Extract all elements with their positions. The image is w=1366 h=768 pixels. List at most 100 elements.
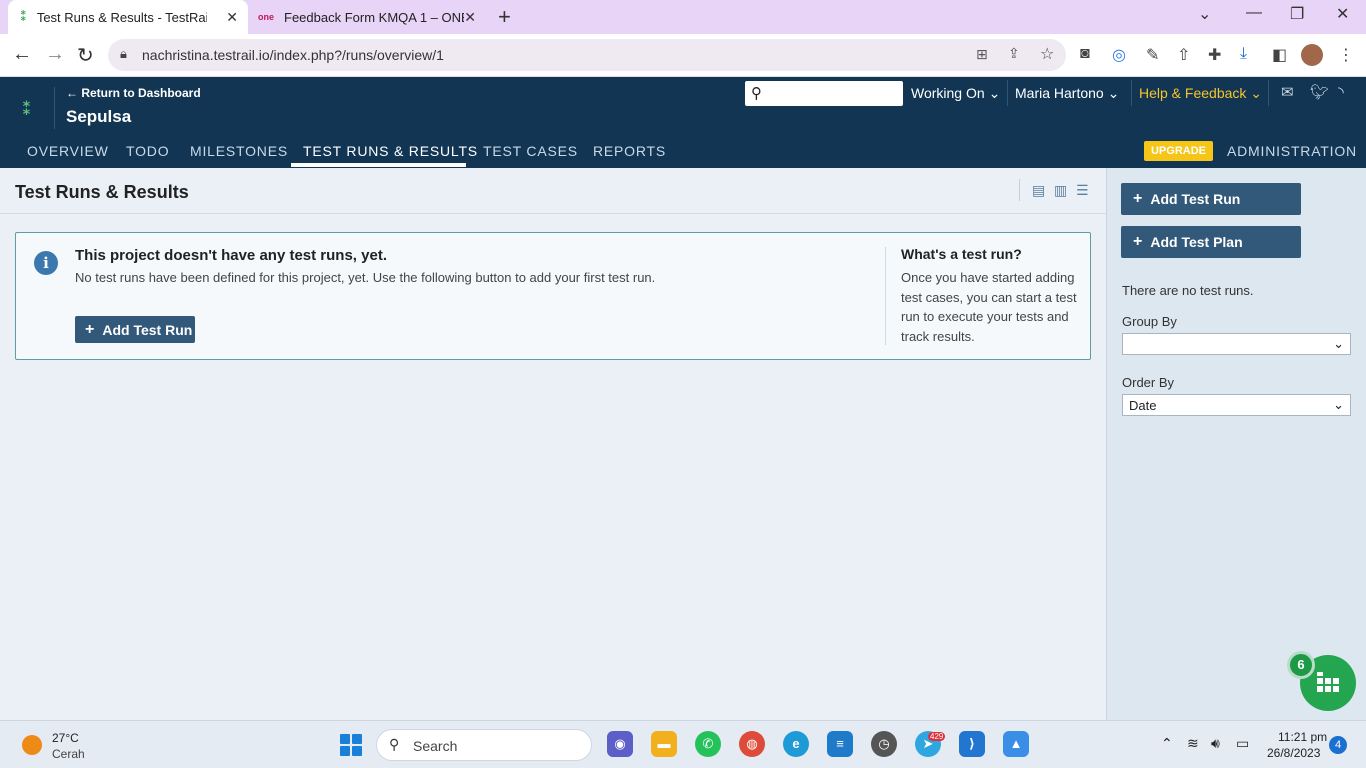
- weather-sun-icon[interactable]: [22, 735, 42, 755]
- user-name: Maria Hartono: [1015, 85, 1104, 101]
- chevron-up-icon[interactable]: ⌃: [1161, 735, 1173, 752]
- edge-icon[interactable]: e: [783, 731, 809, 757]
- weather-temp: 27°C: [52, 731, 79, 745]
- search-icon: ⚲: [389, 736, 400, 752]
- menu-dots-icon[interactable]: ⋮: [1338, 45, 1354, 65]
- order-by-label: Order By: [1122, 375, 1175, 390]
- divider: [885, 247, 886, 345]
- upgrade-button[interactable]: UPGRADE: [1144, 141, 1213, 161]
- view-details-icon[interactable]: ▥: [1054, 182, 1067, 199]
- bookmark-star-icon[interactable]: ☆: [1040, 44, 1054, 64]
- tab-overview[interactable]: OVERVIEW: [27, 143, 109, 159]
- tab-reports[interactable]: REPORTS: [593, 143, 666, 159]
- view-compact-icon[interactable]: ▤: [1032, 182, 1045, 199]
- battery-icon[interactable]: ▭: [1236, 735, 1249, 752]
- group-by-label: Group By: [1122, 314, 1177, 329]
- chevron-down-icon: ⌄: [1333, 397, 1344, 412]
- plus-icon: +: [85, 320, 95, 338]
- sidepanel-icon[interactable]: ◧: [1272, 45, 1287, 65]
- divider: [1268, 80, 1269, 106]
- back-icon[interactable]: ←: [12, 43, 32, 66]
- browser-tab-testrail[interactable]: ⁑ Test Runs & Results - TestRail ✕: [8, 0, 248, 34]
- tab-administration[interactable]: ADMINISTRATION: [1227, 143, 1357, 159]
- taskbar: 27°C Cerah ⚲ Search ◉ ▬ ✆ ◍ e ≡ ◷ ➤ 429 …: [0, 720, 1366, 768]
- share-icon[interactable]: ⇪: [1008, 45, 1020, 62]
- tab-test-cases[interactable]: TEST CASES: [483, 143, 578, 159]
- user-menu[interactable]: Maria Hartono ⌄: [1015, 85, 1119, 102]
- taskbar-search[interactable]: ⚲ Search: [376, 729, 592, 761]
- button-label: Add Test Plan: [1150, 234, 1243, 250]
- close-tab-icon[interactable]: ✕: [464, 9, 476, 26]
- reload-icon[interactable]: ↻: [77, 43, 94, 68]
- testrail-favicon-icon: ⁑: [20, 9, 27, 24]
- upload-extension-icon[interactable]: ⇧: [1177, 45, 1190, 65]
- view-list-icon[interactable]: ☰: [1076, 182, 1089, 199]
- rss-icon[interactable]: ◝: [1338, 83, 1344, 101]
- browser-tabstrip: ⁑ Test Runs & Results - TestRail ✕ one F…: [0, 0, 1366, 34]
- group-by-select[interactable]: ⌄: [1122, 333, 1351, 355]
- wifi-icon[interactable]: ≋: [1187, 735, 1199, 752]
- twitter-icon[interactable]: 🐦︎: [1310, 83, 1329, 101]
- mail-icon[interactable]: ✉: [1281, 83, 1294, 101]
- download-icon[interactable]: ⤓: [1240, 45, 1247, 63]
- eyedropper-icon[interactable]: ✎: [1146, 45, 1159, 65]
- button-label: Add Test Run: [1150, 191, 1241, 207]
- close-tab-icon[interactable]: ✕: [226, 9, 238, 26]
- new-tab-icon[interactable]: +: [498, 4, 511, 30]
- help-title: What's a test run?: [901, 246, 1022, 262]
- tab-test-runs-results[interactable]: TEST RUNS & RESULTS: [303, 143, 478, 159]
- tab-title: Feedback Form KMQA 1 – ONE b: [284, 9, 465, 25]
- lock-icon: 🔒︎: [120, 46, 127, 61]
- sidebar-add-test-run-button[interactable]: + Add Test Run: [1121, 183, 1301, 215]
- clock-date[interactable]: 26/8/2023: [1267, 746, 1320, 760]
- browser-toolbar: ← → ↻ 🔒︎ nachristina.testrail.io/index.p…: [0, 34, 1366, 77]
- whatsapp-icon[interactable]: ✆: [695, 731, 721, 757]
- sidebar-add-test-plan-button[interactable]: + Add Test Plan: [1121, 226, 1301, 258]
- active-tab-indicator: [291, 163, 466, 167]
- help-label: Help & Feedback: [1139, 85, 1247, 101]
- search-icon: ⚲: [751, 85, 762, 102]
- teams-icon[interactable]: ◉: [607, 731, 633, 757]
- photos-icon[interactable]: ▲: [1003, 731, 1029, 757]
- working-on-menu[interactable]: Working On ⌄: [911, 85, 1000, 102]
- plus-icon: +: [1133, 190, 1143, 207]
- extensions-puzzle-icon[interactable]: ✚: [1208, 45, 1221, 65]
- file-explorer-icon[interactable]: ▬: [651, 731, 677, 757]
- close-window-icon[interactable]: ✕: [1336, 4, 1349, 24]
- address-bar[interactable]: 🔒︎ nachristina.testrail.io/index.php?/ru…: [108, 39, 1066, 71]
- clock-time[interactable]: 11:21 pm: [1278, 730, 1327, 744]
- tab-milestones[interactable]: MILESTONES: [190, 143, 288, 159]
- project-name: Sepulsa: [66, 107, 132, 126]
- return-to-dashboard-link[interactable]: ← Return to Dashboard: [66, 86, 201, 100]
- divider: [1019, 179, 1020, 201]
- chevron-down-icon: ⌄: [988, 85, 1001, 101]
- clock-app-icon[interactable]: ◷: [871, 731, 897, 757]
- chevron-down-icon: ⌄: [1333, 336, 1344, 351]
- translate-icon[interactable]: ⊞: [976, 46, 988, 63]
- windows-start-icon[interactable]: [340, 734, 362, 756]
- browser-tab-feedback[interactable]: one Feedback Form KMQA 1 – ONE b ✕: [250, 0, 486, 34]
- help-feedback-menu[interactable]: Help & Feedback ⌄: [1139, 85, 1262, 102]
- camera-icon[interactable]: ◙: [1080, 45, 1090, 63]
- notepad-icon[interactable]: ≡: [827, 731, 853, 757]
- profile-avatar[interactable]: [1301, 44, 1323, 66]
- tab-todo[interactable]: TODO: [126, 143, 169, 159]
- main-content: Test Runs & Results ▤ ▥ ☰ i This project…: [0, 168, 1106, 720]
- help-text: Once you have started adding test cases,…: [901, 270, 1077, 344]
- testrail-logo-icon[interactable]: ⁑: [22, 99, 31, 120]
- working-on-label: Working On: [911, 85, 985, 101]
- volume-icon[interactable]: 🔊︎: [1211, 735, 1220, 752]
- extension-circle-icon[interactable]: ◎: [1112, 45, 1126, 65]
- empty-state-text: No test runs have been defined for this …: [75, 270, 656, 285]
- restore-icon[interactable]: ❐: [1290, 4, 1304, 24]
- minimize-icon[interactable]: —: [1246, 4, 1262, 22]
- order-by-select[interactable]: Date ⌄: [1122, 394, 1351, 416]
- forward-icon[interactable]: →: [45, 43, 65, 66]
- chrome-icon[interactable]: ◍: [739, 731, 765, 757]
- add-test-run-button[interactable]: + Add Test Run: [75, 316, 195, 343]
- search-input[interactable]: ⚲: [745, 81, 903, 106]
- one-favicon-icon: one: [258, 12, 275, 22]
- notification-count-badge[interactable]: 4: [1329, 736, 1347, 754]
- vscode-icon[interactable]: ⟩: [959, 731, 985, 757]
- tab-search-icon[interactable]: ⌄: [1198, 4, 1211, 24]
